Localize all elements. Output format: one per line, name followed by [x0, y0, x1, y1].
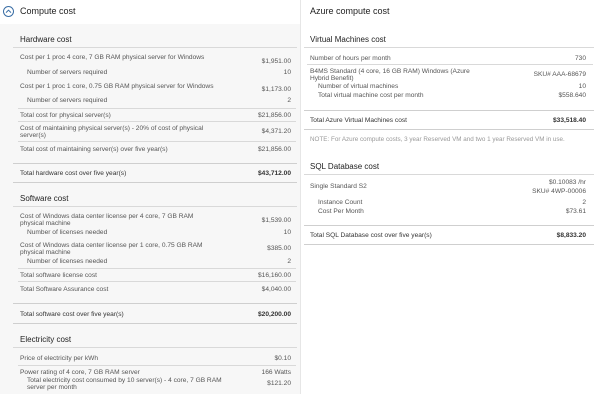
- software-total-value: $20,200.00: [257, 311, 291, 318]
- electricity-section-title: Electricity cost: [20, 335, 72, 344]
- sql-instance-label: Instance Count: [318, 199, 363, 206]
- sw-row-label: Number of licenses needed: [27, 258, 108, 265]
- divider: [13, 182, 297, 183]
- hardware-total-value: $43,712.00: [257, 170, 291, 177]
- sw-row-label: Cost of Windows data center license per …: [20, 242, 203, 256]
- divider: [18, 281, 296, 282]
- vm-sku-label: B4MS Standard (4 core, 16 GB RAM) Window…: [310, 68, 470, 82]
- sw-row-label: Cost of Windows data center license per …: [20, 213, 194, 227]
- el-row-label: Price of electricity per kWh: [20, 355, 99, 362]
- hw-row-value: $1,173.00: [261, 86, 291, 93]
- azure-panel: Virtual Machines cost Number of hours pe…: [301, 24, 599, 394]
- hw-row-value: $4,371.20: [261, 128, 291, 135]
- divider: [13, 206, 297, 207]
- hw-row-label: Number of servers required: [27, 97, 108, 104]
- divider: [13, 47, 297, 48]
- divider: [304, 129, 594, 130]
- hw-row-label: Cost of maintaining physical server(s) -…: [20, 125, 204, 139]
- vm-monthly-label: Total virtual machine cost per month: [318, 92, 424, 99]
- sw-row-value: $385.00: [267, 245, 291, 252]
- vm-note: NOTE: For Azure compute costs, 3 year Re…: [310, 136, 565, 143]
- el-row-value: $0.10: [274, 355, 291, 362]
- el-row-label: Total electricity cost consumed by 10 se…: [27, 377, 222, 391]
- sw-row-label: Number of licenses needed: [27, 229, 108, 236]
- hw-row-value: 2: [287, 97, 291, 104]
- hw-row-label: Cost per 1 proc 4 core, 7 GB RAM physica…: [20, 54, 205, 61]
- hw-row-label: Total cost of maintaining server(s) over…: [20, 146, 168, 153]
- divider: [18, 108, 296, 109]
- sql-total-label: Total SQL Database cost over five year(s…: [310, 232, 432, 239]
- sql-tier-label: Single Standard S2: [310, 183, 367, 190]
- vm-hours-label: Number of hours per month: [310, 55, 391, 62]
- vm-hours-value: 730: [574, 55, 586, 62]
- el-row-label: Power rating of 4 core, 7 GB RAM server: [20, 369, 140, 376]
- vm-section-title: Virtual Machines cost: [310, 35, 386, 44]
- divider: [18, 121, 296, 122]
- divider: [13, 323, 297, 324]
- vm-count-value: 10: [578, 83, 586, 90]
- sw-row-value: 2: [287, 258, 291, 265]
- vm-sku-value: SKU# AAA-68679: [533, 71, 586, 78]
- software-total-label: Total software cost over five year(s): [20, 311, 124, 318]
- hw-row-value: 10: [283, 69, 291, 76]
- divider: [304, 47, 594, 48]
- divider: [13, 163, 297, 164]
- sw-row-value: $16,160.00: [257, 272, 291, 279]
- sw-row-label: Total Software Assurance cost: [20, 286, 109, 293]
- sql-rate-value: $0.10083 /hr: [548, 179, 586, 186]
- divider: [304, 110, 594, 111]
- vm-monthly-value: $558.640: [558, 92, 586, 99]
- azure-compute-cost-title: Azure compute cost: [310, 6, 390, 16]
- sql-sku-value: SKU# 4WP-00006: [532, 188, 586, 195]
- el-row-value: 166 Watts: [261, 369, 291, 376]
- sql-total-value: $8,833.20: [556, 232, 586, 239]
- divider: [13, 303, 297, 304]
- hw-row-label: Total cost for physical server(s): [20, 112, 111, 119]
- el-row-value: $121.20: [267, 380, 291, 387]
- hardware-total-label: Total hardware cost over five year(s): [20, 170, 127, 177]
- divider: [18, 365, 296, 366]
- hw-row-label: Number of servers required: [27, 69, 108, 76]
- divider: [18, 268, 296, 269]
- sw-row-label: Total software license cost: [20, 272, 97, 279]
- sql-month-value: $73.61: [565, 208, 586, 215]
- software-section-title: Software cost: [20, 194, 69, 203]
- hardware-section-title: Hardware cost: [20, 35, 72, 44]
- sql-instance-value: 2: [582, 199, 586, 206]
- hw-row-value: $1,951.00: [261, 58, 291, 65]
- divider: [304, 244, 594, 245]
- on-premises-panel: Hardware cost Cost per 1 proc 4 core, 7 …: [0, 24, 300, 394]
- sw-row-value: $1,539.00: [261, 217, 291, 224]
- sql-section-title: SQL Database cost: [310, 162, 380, 171]
- vm-count-label: Number of virtual machines: [318, 83, 399, 90]
- compute-cost-title[interactable]: Compute cost: [20, 6, 76, 16]
- vm-total-label: Total Azure Virtual Machines cost: [310, 117, 407, 124]
- sw-row-value: $4,040.00: [261, 286, 291, 293]
- compute-cost-view: Compute cost Azure compute cost Hardware…: [0, 0, 599, 394]
- divider: [18, 141, 296, 142]
- divider: [307, 64, 593, 65]
- hw-row-value: $21,856.00: [257, 146, 291, 153]
- hw-row-label: Cost per 1 proc 1 core, 0.75 GB RAM phys…: [20, 83, 214, 90]
- divider: [13, 347, 297, 348]
- divider: [304, 174, 594, 175]
- divider: [304, 225, 594, 226]
- sql-month-label: Cost Per Month: [318, 208, 364, 215]
- sw-row-value: 10: [283, 229, 291, 236]
- hw-row-value: $21,856.00: [257, 112, 291, 119]
- vm-total-value: $33,518.40: [552, 117, 586, 124]
- chevron-up-icon[interactable]: [3, 6, 14, 17]
